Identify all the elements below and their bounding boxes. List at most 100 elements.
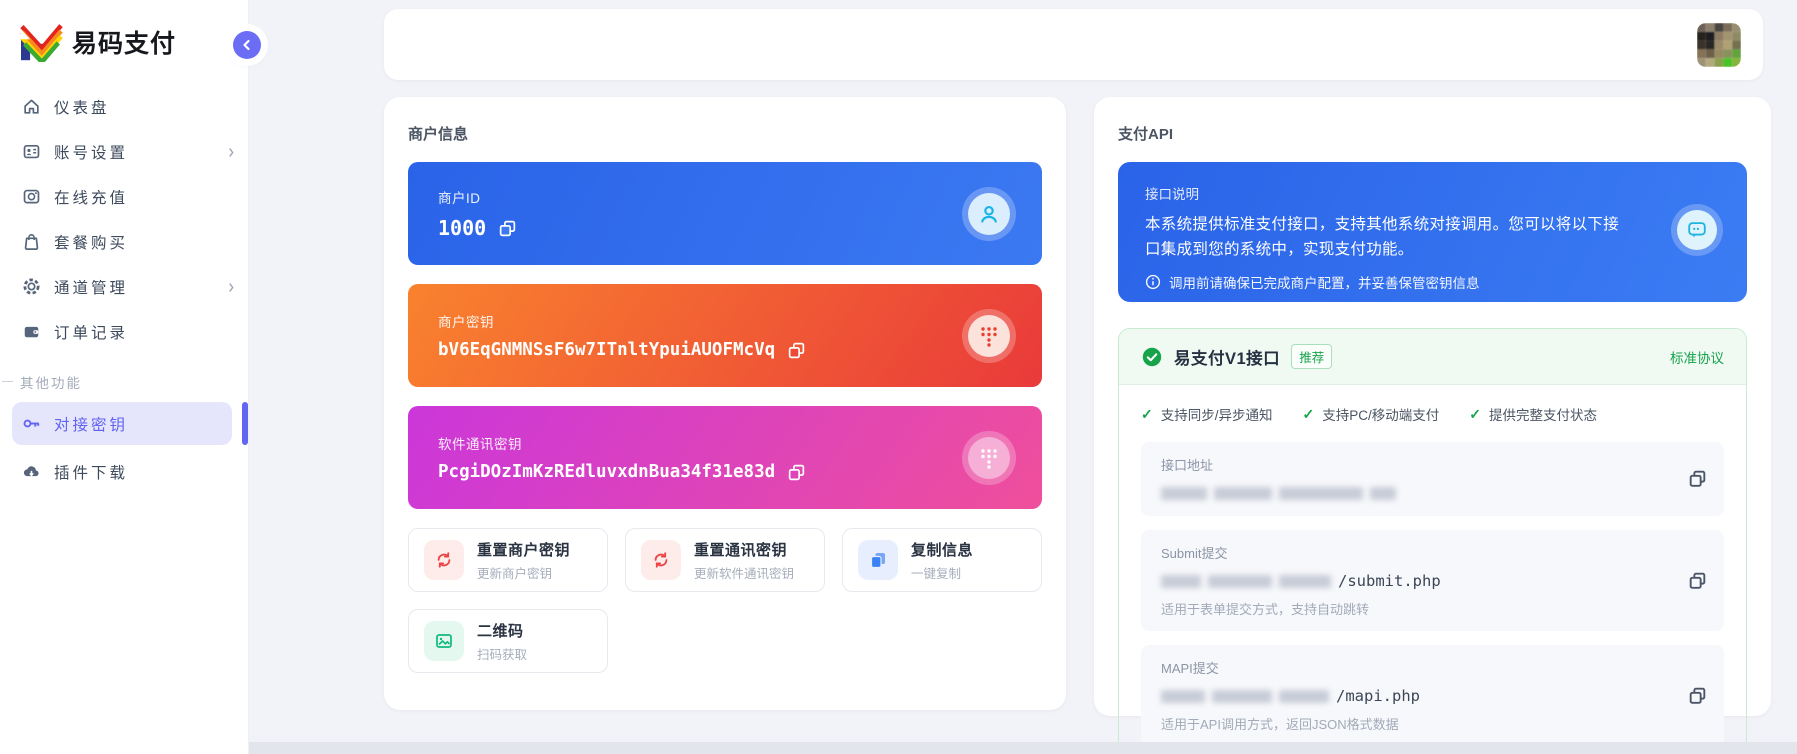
action-subtitle: 一键复制 bbox=[911, 563, 973, 582]
copy-icon bbox=[858, 540, 898, 580]
endpoint-value bbox=[1161, 483, 1664, 503]
redacted-url-segment bbox=[1208, 575, 1272, 588]
endpoint-api-url: 接口地址 bbox=[1141, 442, 1724, 516]
recharge-icon bbox=[22, 187, 41, 206]
redacted-url-segment bbox=[1279, 575, 1331, 588]
merchant-id-label: 商户ID bbox=[438, 187, 1042, 207]
copy-merchant-key-button[interactable] bbox=[787, 341, 806, 360]
sidebar-item-label: 通道管理 bbox=[54, 276, 128, 298]
feature-list: ✓支持同步/异步通知 ✓支持PC/移动端支付 ✓提供完整支付状态 bbox=[1141, 404, 1724, 424]
check-icon: ✓ bbox=[1303, 406, 1315, 423]
reset-merchant-key-button[interactable]: 重置商户密钥 更新商户密钥 bbox=[408, 528, 608, 592]
feature-item: ✓支持PC/移动端支付 bbox=[1303, 404, 1440, 424]
shopping-bag-icon bbox=[22, 232, 41, 251]
endpoint-label: Submit提交 bbox=[1161, 543, 1664, 562]
sidebar-item-plugin-download[interactable]: 插件下载 bbox=[12, 449, 248, 494]
sidebar-item-package-purchase[interactable]: 套餐购买 bbox=[0, 219, 248, 264]
protocol-label: 标准协议 bbox=[1670, 347, 1724, 367]
user-icon bbox=[976, 201, 1002, 227]
endpoint-mapi: MAPI提交 /mapi.php 适用于API调用方式，返回JSON格式数据 bbox=[1141, 645, 1724, 746]
redacted-url-segment bbox=[1161, 575, 1201, 588]
interface-header: 易支付V1接口 推荐 标准协议 bbox=[1119, 329, 1746, 385]
copy-icon bbox=[498, 219, 517, 238]
recommended-badge: 推荐 bbox=[1291, 344, 1332, 369]
redacted-url-segment bbox=[1212, 690, 1272, 703]
redacted-url-segment bbox=[1161, 690, 1205, 703]
check-badge-icon bbox=[1141, 346, 1163, 368]
redacted-url-segment bbox=[1370, 487, 1396, 500]
qrcode-button[interactable]: 二维码 扫码获取 bbox=[408, 609, 608, 673]
api-notice: 接口说明 本系统提供标准支付接口，支持其他系统对接调用。您可以将以下接口集成到您… bbox=[1118, 162, 1747, 302]
dialpad-icon bbox=[978, 446, 1000, 470]
topbar bbox=[384, 9, 1763, 80]
copy-software-key-button[interactable] bbox=[787, 463, 806, 482]
sidebar-item-label: 套餐购买 bbox=[54, 231, 128, 253]
copy-endpoint-button[interactable] bbox=[1687, 469, 1708, 490]
redacted-url-segment bbox=[1214, 487, 1272, 500]
chevron-right-icon: › bbox=[228, 140, 234, 164]
action-subtitle: 扫码获取 bbox=[477, 644, 527, 663]
endpoint-label: MAPI提交 bbox=[1161, 658, 1664, 677]
cloud-download-icon bbox=[22, 462, 41, 481]
sidebar-item-account-settings[interactable]: 账号设置 › bbox=[0, 129, 248, 174]
feature-item: ✓支持同步/异步通知 bbox=[1141, 404, 1273, 424]
sidebar-menu: 仪表盘 账号设置 › 在线充值 套餐购买 通道管理 › 订单记录 bbox=[0, 84, 248, 354]
copy-icon bbox=[1687, 685, 1708, 706]
copy-info-button[interactable]: 复制信息 一键复制 bbox=[842, 528, 1042, 592]
merchant-id-value: 1000 bbox=[438, 216, 486, 240]
notice-label: 接口说明 bbox=[1145, 183, 1627, 203]
sidebar-item-channel-management[interactable]: 通道管理 › bbox=[0, 264, 248, 309]
copy-endpoint-button[interactable] bbox=[1687, 570, 1708, 591]
main-content: 商户信息 商户ID 1000 商户密钥 bV6EqGNMNSsF6w7ITnlt… bbox=[249, 0, 1797, 754]
endpoint-label: 接口地址 bbox=[1161, 455, 1664, 474]
sidebar-item-online-recharge[interactable]: 在线充值 bbox=[0, 174, 248, 219]
sidebar-item-order-records[interactable]: 订单记录 bbox=[0, 309, 248, 354]
feature-item: ✓提供完整支付状态 bbox=[1469, 404, 1597, 424]
chevron-left-icon bbox=[241, 39, 253, 51]
bottom-strip bbox=[249, 742, 1797, 754]
check-icon: ✓ bbox=[1469, 406, 1481, 423]
reset-comm-key-button[interactable]: 重置通讯密钥 更新软件通讯密钥 bbox=[625, 528, 825, 592]
merchant-key-value: bV6EqGNMNSsF6w7ITnltYpuiAUOFMcVq bbox=[438, 340, 775, 360]
merchant-actions: 重置商户密钥 更新商户密钥 重置通讯密钥 更新软件通讯密钥 复制信息 bbox=[408, 528, 1042, 673]
action-title: 重置商户密钥 bbox=[477, 539, 570, 560]
merchant-id-banner: 商户ID 1000 bbox=[408, 162, 1042, 265]
notice-body: 本系统提供标准支付接口，支持其他系统对接调用。您可以将以下接口集成到您的系统中，… bbox=[1145, 213, 1627, 263]
redacted-url-segment bbox=[1279, 487, 1363, 500]
logo-icon bbox=[18, 22, 64, 62]
endpoint-desc: 适用于API调用方式，返回JSON格式数据 bbox=[1161, 714, 1664, 733]
copy-icon bbox=[787, 341, 806, 360]
copy-endpoint-button[interactable] bbox=[1687, 685, 1708, 706]
refresh-icon bbox=[641, 540, 681, 580]
action-subtitle: 更新软件通讯密钥 bbox=[694, 563, 794, 582]
sidebar-item-dashboard[interactable]: 仪表盘 bbox=[0, 84, 248, 129]
sidebar-collapse-button[interactable] bbox=[233, 31, 261, 59]
sidebar-item-label: 插件下载 bbox=[54, 461, 128, 483]
id-card-icon bbox=[22, 142, 41, 161]
info-icon bbox=[1145, 274, 1161, 290]
api-card-title: 支付API bbox=[1118, 123, 1747, 144]
copy-merchant-id-button[interactable] bbox=[498, 219, 517, 238]
key-icon bbox=[22, 414, 41, 433]
endpoint-desc: 适用于表单提交方式，支持自动跳转 bbox=[1161, 599, 1664, 618]
dialpad-icon bbox=[978, 324, 1000, 348]
action-title: 重置通讯密钥 bbox=[694, 539, 794, 560]
sidebar-item-label: 订单记录 bbox=[54, 321, 128, 343]
payment-api-card: 支付API 接口说明 本系统提供标准支付接口，支持其他系统对接调用。您可以将以下… bbox=[1094, 97, 1771, 716]
chat-bubble-fab bbox=[1671, 204, 1723, 256]
software-key-value: PcgiDOzImKzREdluvxdnBua34f31e83d bbox=[438, 462, 775, 482]
copy-icon bbox=[1687, 570, 1708, 591]
merchant-info-card: 商户信息 商户ID 1000 商户密钥 bV6EqGNMNSsF6w7ITnlt… bbox=[384, 97, 1066, 710]
refresh-icon bbox=[424, 540, 464, 580]
interface-section: 易支付V1接口 推荐 标准协议 ✓支持同步/异步通知 ✓支持PC/移动端支付 ✓… bbox=[1118, 328, 1747, 754]
brand-name: 易码支付 bbox=[72, 24, 176, 60]
action-subtitle: 更新商户密钥 bbox=[477, 563, 570, 582]
home-icon bbox=[22, 97, 41, 116]
avatar[interactable] bbox=[1697, 23, 1741, 67]
software-key-banner: 软件通讯密钥 PcgiDOzImKzREdluvxdnBua34f31e83d bbox=[408, 406, 1042, 509]
notice-tip-text: 调用前请确保已完成商户配置，并妥善保管密钥信息 bbox=[1169, 272, 1480, 292]
sidebar-item-api-keys[interactable]: 对接密钥 bbox=[12, 402, 232, 445]
action-title: 二维码 bbox=[477, 620, 527, 641]
chevron-right-icon: › bbox=[228, 275, 234, 299]
active-accent-bar bbox=[242, 402, 248, 445]
